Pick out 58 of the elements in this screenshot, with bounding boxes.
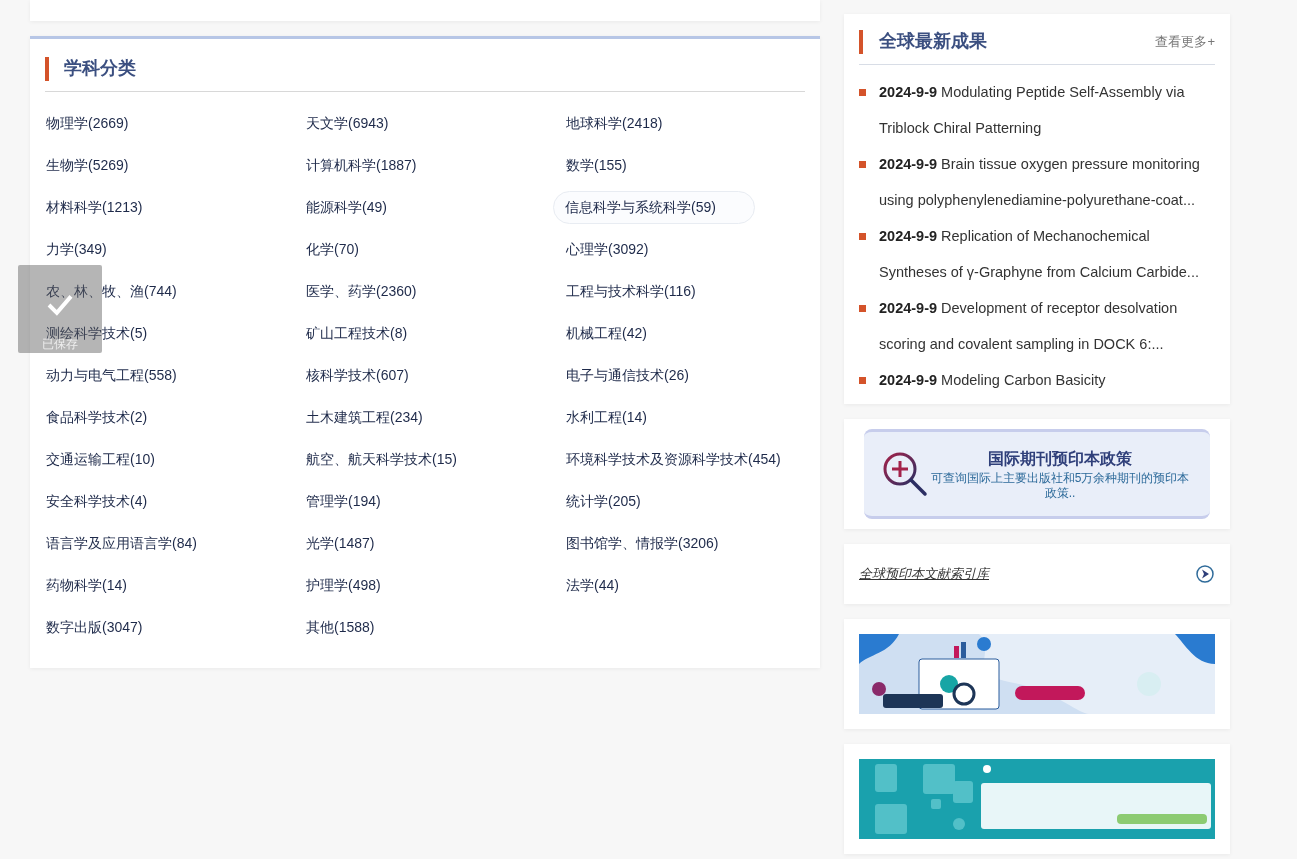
category-link[interactable]: 机械工程(42) [565, 324, 648, 342]
category-link[interactable]: 安全科学技术(4) [45, 492, 149, 510]
category-link[interactable]: 语言学及应用语言学(84) [45, 534, 198, 552]
section-title: 学科分类 [64, 57, 136, 80]
category-link[interactable]: 水利工程(14) [565, 408, 648, 426]
policy-banner[interactable]: 国际期刊预印本政策 可查询国际上主要出版社和5万余种期刊的预印本政策.. [864, 429, 1210, 519]
category-link[interactable]: 光学(1487) [305, 534, 376, 552]
category-link[interactable]: 法学(44) [565, 576, 620, 594]
news-link[interactable]: 2024-9-9 Development of receptor desolvation scoring and covalent sampling in DOCK 6:... [879, 290, 1215, 362]
category-link[interactable]: 医学、药学(2360) [305, 282, 418, 300]
category-link[interactable]: 天文学(6943) [305, 114, 390, 132]
bullet-icon [859, 377, 866, 384]
bullet-icon [859, 89, 866, 96]
category-link[interactable]: 动力与电气工程(558) [45, 366, 178, 384]
category-link[interactable]: 图书馆学、情报学(3206) [565, 534, 720, 552]
news-link[interactable]: 2024-9-9 Replication of Mechanochemical Syntheses of γ-Graphyne from Calcium Carbide... [879, 218, 1215, 290]
category-link[interactable]: 农、林、牧、渔(744) [45, 282, 178, 300]
category-link[interactable]: 力学(349) [45, 240, 108, 258]
policy-title: 国际期刊预印本政策 [988, 449, 1132, 469]
category-link[interactable]: 药物科学(14) [45, 576, 128, 594]
zoom-in-icon [882, 451, 928, 497]
category-link[interactable]: 数字出版(3047) [45, 618, 144, 636]
accent-bar [859, 29, 863, 54]
more-link[interactable]: 查看更多+ [1155, 31, 1215, 52]
category-link[interactable]: 数学(155) [565, 156, 628, 174]
category-link[interactable]: 其他(1588) [305, 618, 376, 636]
category-link[interactable]: 核科学技术(607) [305, 366, 410, 384]
bullet-icon [859, 161, 866, 168]
news-link[interactable]: 2024-9-9 Modulating Peptide Self-Assembly via Triblock Chiral Patterning [879, 74, 1215, 146]
category-link[interactable]: 化学(70) [305, 240, 360, 258]
news-link[interactable]: 2024-9-9 Modeling Carbon Basicity [879, 362, 1215, 398]
category-link[interactable]: 工程与技术科学(116) [565, 282, 697, 300]
category-link[interactable]: 地球科学(2418) [565, 114, 664, 132]
category-link[interactable]: 护理学(498) [305, 576, 382, 594]
accent-bar [45, 56, 49, 81]
policy-description: 可查询国际上主要出版社和5万余种期刊的预印本政策.. [930, 471, 1190, 501]
bullet-icon [859, 305, 866, 312]
category-link[interactable]: 管理学(194) [305, 492, 382, 510]
category-link[interactable]: 计算机科学(1887) [305, 156, 418, 174]
category-link[interactable]: 矿山工程技术(8) [305, 324, 409, 342]
category-link[interactable]: 物理学(2669) [45, 114, 130, 132]
category-link[interactable]: 统计学(205) [565, 492, 642, 510]
section-title: 全球最新成果 [879, 30, 987, 53]
category-link[interactable]: 土木建筑工程(234) [305, 408, 424, 426]
category-link[interactable]: 环境科学技术及资源科学技术(454) [565, 450, 782, 468]
bullet-icon [859, 233, 866, 240]
category-link[interactable]: 生物学(5269) [45, 156, 130, 174]
category-link[interactable]: 能源科学(49) [305, 198, 388, 216]
index-link[interactable]: 全球预印本文献索引库 [859, 564, 989, 584]
category-link[interactable]: 电子与通信技术(26) [565, 366, 690, 384]
category-link[interactable]: 信息科学与系统科学(59) [553, 190, 755, 224]
category-link[interactable]: 食品科学技术(2) [45, 408, 149, 426]
category-link[interactable]: 交通运输工程(10) [45, 450, 156, 468]
category-link[interactable]: 航空、航天科学技术(15) [305, 450, 458, 468]
category-link[interactable]: 心理学(3092) [565, 240, 650, 258]
arrow-right-icon[interactable] [1196, 565, 1214, 583]
news-link[interactable]: 2024-9-9 Brain tissue oxygen pressure monitoring using polyphenylenediamine-polyurethane-coat... [879, 146, 1215, 218]
category-link[interactable]: 材料科学(1213) [45, 198, 144, 216]
